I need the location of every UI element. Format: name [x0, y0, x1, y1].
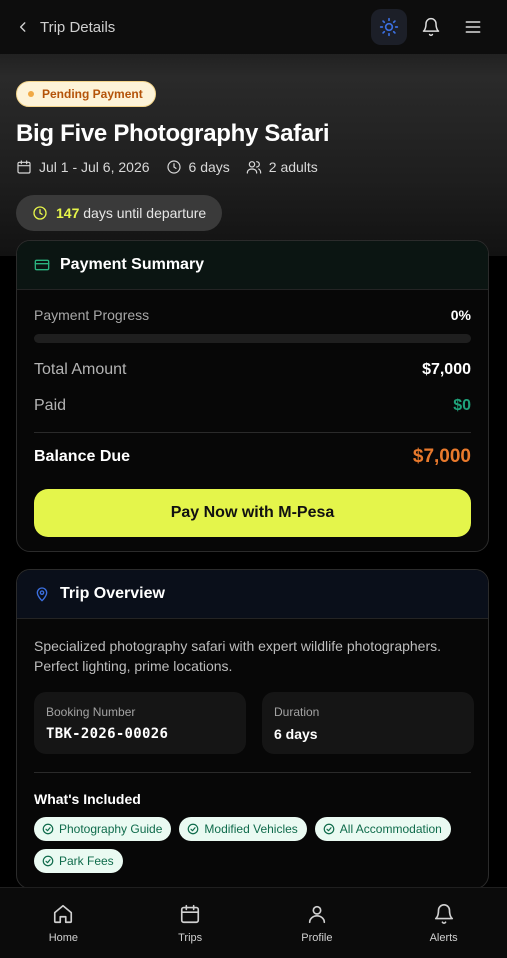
check-circle-icon	[42, 855, 54, 867]
included-list: Photography Guide Modified Vehicles All …	[34, 817, 478, 873]
map-pin-icon	[36, 587, 48, 602]
duration-value: 6 days	[274, 726, 318, 742]
payment-summary-card: Payment Summary Payment Progress 0% Tota…	[16, 240, 489, 552]
nav-item-label: Home	[48, 931, 79, 944]
calendar-icon	[181, 904, 200, 923]
total-amount-value: $7,000	[422, 361, 471, 378]
payment-progress-bar	[34, 334, 471, 343]
theme-toggle-button[interactable]	[371, 9, 407, 45]
trip-overview-header: Trip Overview	[17, 570, 488, 619]
trip-overview-title: Trip Overview	[60, 585, 165, 602]
top-bar: Trip Details	[0, 0, 507, 54]
status-badge: Pending Payment	[16, 81, 156, 107]
trip-duration: 6 days	[166, 159, 230, 175]
included-chip-label: All Accommodation	[339, 822, 442, 836]
included-chip-label: Modified Vehicles	[204, 822, 298, 836]
booking-number-box: Booking Number TBK-2026-00026	[34, 692, 246, 754]
calendar-icon	[17, 160, 31, 174]
trip-details-screen: Trip Details Pending Payment Big Five Ph…	[0, 0, 507, 958]
nav-item-label: Alerts	[429, 931, 458, 944]
bottom-nav: Home Trips Profile Alerts	[0, 887, 507, 958]
notifications-button[interactable]	[413, 9, 449, 45]
trip-dates: Jul 1 - Jul 6, 2026	[16, 159, 150, 175]
trip-dates-label: Jul 1 - Jul 6, 2026	[39, 159, 150, 175]
divider	[34, 772, 471, 773]
divider	[34, 432, 471, 433]
countdown-suffix: days until departure	[83, 205, 207, 221]
sun-icon	[379, 17, 399, 37]
payment-progress-label: Payment Progress	[34, 307, 150, 323]
top-actions	[371, 9, 491, 45]
trip-meta: Jul 1 - Jul 6, 2026 6 days 2 adults	[16, 159, 318, 175]
nav-item-label: Trips	[178, 931, 203, 944]
included-chip: Photography Guide	[34, 817, 172, 841]
duration-box: Duration 6 days	[262, 692, 474, 754]
trip-travelers: 2 adults	[246, 159, 318, 175]
booking-number-label: Booking Number	[46, 705, 136, 719]
nav-item-label: Profile	[301, 931, 333, 944]
payment-progress-row: Payment Progress 0%	[34, 307, 471, 323]
paid-label: Paid	[34, 397, 67, 414]
check-circle-icon	[323, 823, 335, 835]
bell-icon	[422, 17, 440, 37]
status-dot	[28, 91, 34, 97]
included-chip: All Accommodation	[314, 817, 451, 841]
countdown-days: 147	[56, 205, 80, 221]
booking-number-value: TBK-2026-00026	[46, 726, 169, 742]
bell-icon	[434, 903, 453, 924]
trip-travelers-label: 2 adults	[268, 159, 318, 175]
back-label: Trip Details	[40, 18, 116, 36]
balance-due-label: Balance Due	[34, 448, 131, 465]
nav-item-trips[interactable]: Trips	[127, 888, 254, 958]
trip-description: Specialized photography safari with expe…	[34, 638, 442, 674]
paid-value: $0	[453, 397, 471, 414]
trip-duration-label: 6 days	[188, 159, 230, 175]
included-title: What's Included	[34, 791, 141, 807]
included-chip: Modified Vehicles	[179, 817, 307, 841]
check-circle-icon	[188, 823, 199, 835]
duration-label: Duration	[274, 705, 320, 719]
nav-item-profile[interactable]: Profile	[254, 888, 381, 958]
credit-card-icon	[34, 259, 50, 271]
status-badge-label: Pending Payment	[42, 87, 143, 101]
included-chip-label: Photography Guide	[59, 822, 163, 836]
back-button[interactable]: Trip Details	[16, 19, 115, 36]
departure-countdown: 147 days until departure	[16, 195, 223, 231]
payment-summary-title: Payment Summary	[60, 256, 205, 273]
clock-icon	[166, 160, 181, 174]
balance-due-row: Balance Due $7,000	[34, 446, 471, 468]
menu-button[interactable]	[455, 9, 491, 45]
home-icon	[54, 904, 73, 923]
pay-now-button[interactable]: Pay Now with M-Pesa	[34, 489, 471, 537]
chevron-left-icon	[19, 22, 26, 32]
user-icon	[308, 905, 326, 923]
included-chip: Park Fees	[34, 849, 123, 873]
paid-row: Paid $0	[34, 397, 471, 415]
total-amount-label: Total Amount	[34, 361, 127, 378]
page-title: Big Five Photography Safari	[16, 120, 330, 147]
clock-icon	[33, 206, 47, 220]
trip-overview-card: Trip Overview Specialized photography sa…	[16, 569, 489, 889]
check-circle-icon	[42, 823, 54, 835]
nav-item-home[interactable]: Home	[0, 888, 127, 958]
balance-due-value: $7,000	[412, 446, 471, 467]
payment-summary-header: Payment Summary	[17, 241, 488, 290]
nav-item-alerts[interactable]: Alerts	[380, 888, 507, 958]
payment-progress-value: 0%	[450, 307, 471, 323]
menu-icon	[465, 21, 481, 33]
users-icon	[246, 161, 262, 174]
total-amount-row: Total Amount $7,000	[34, 361, 471, 379]
included-chip-label: Park Fees	[59, 854, 114, 868]
